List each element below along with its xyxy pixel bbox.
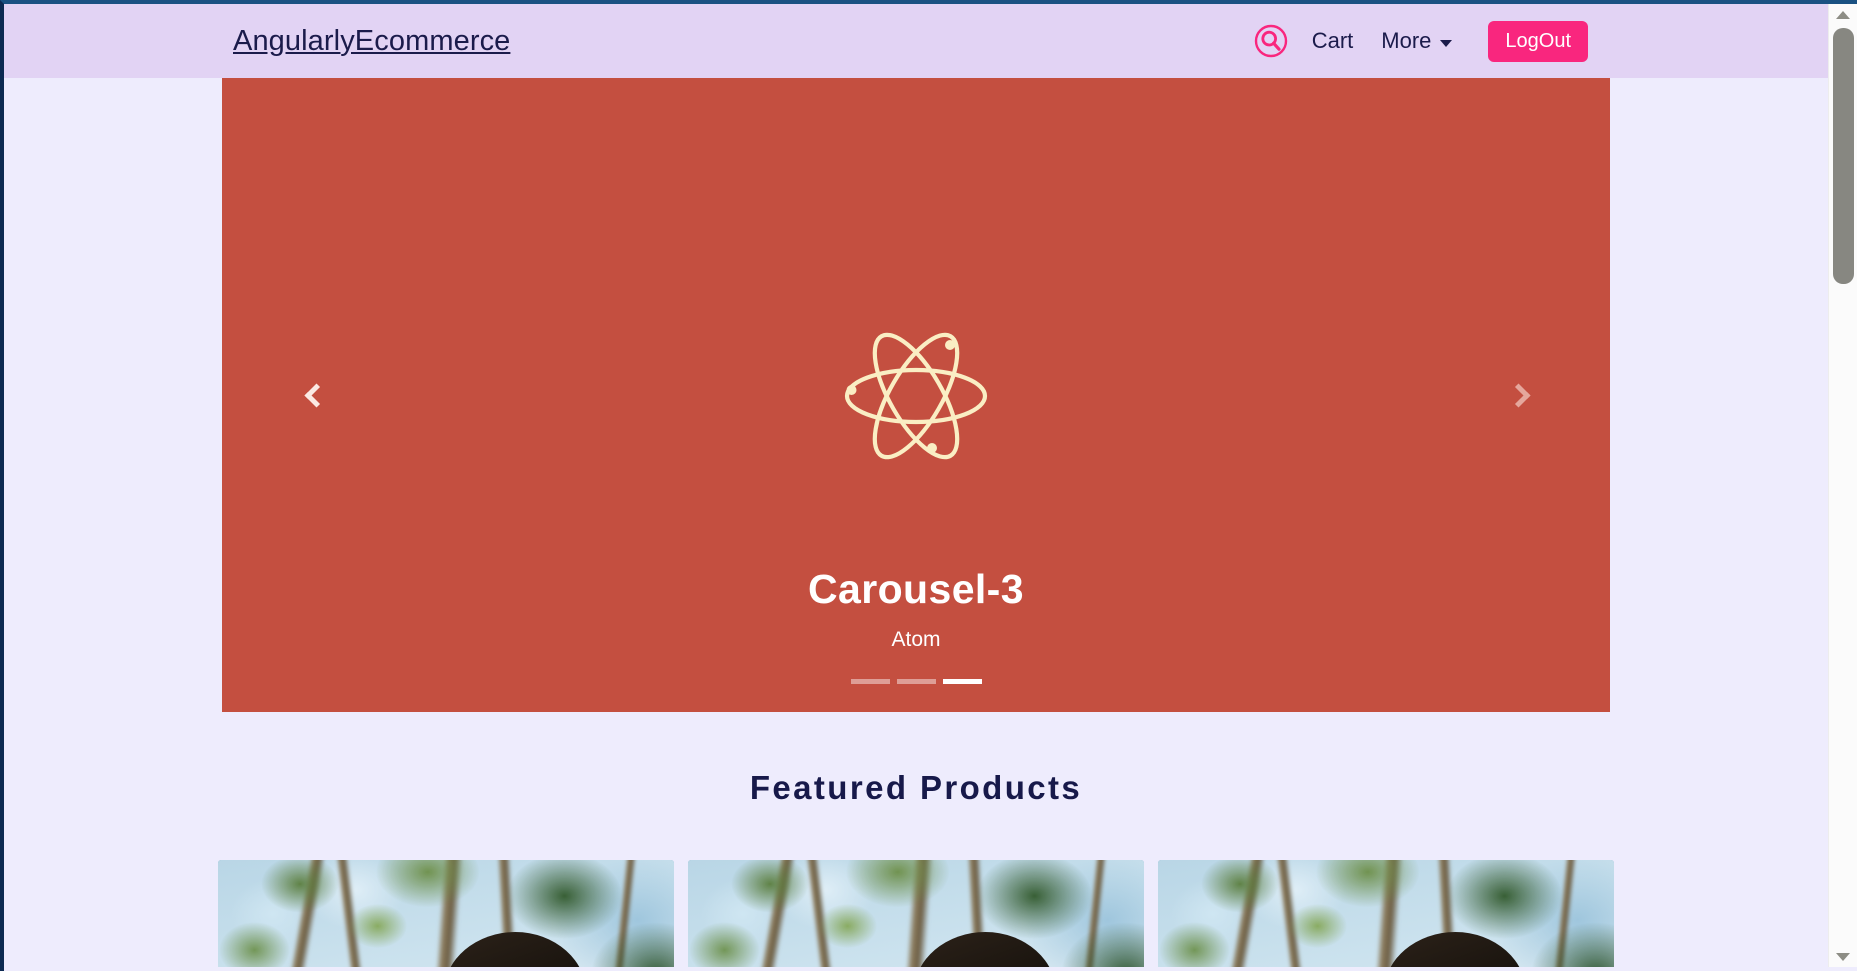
hero-carousel: Carousel-3 Atom bbox=[222, 78, 1610, 712]
product-card[interactable] bbox=[1158, 860, 1614, 967]
product-card[interactable] bbox=[218, 860, 674, 967]
featured-products-grid bbox=[4, 860, 1828, 967]
carousel-next-button[interactable] bbox=[1474, 78, 1562, 712]
page-viewport: AngularlyEcommerce Cart More LogOut Caro… bbox=[4, 4, 1828, 967]
scrollbar-up-arrow[interactable] bbox=[1829, 6, 1857, 23]
search-icon[interactable] bbox=[1252, 22, 1290, 60]
chevron-down-icon bbox=[1440, 39, 1453, 47]
vertical-scrollbar[interactable] bbox=[1828, 4, 1857, 967]
carousel-slide-subtitle: Atom bbox=[891, 628, 941, 652]
nav-link-more[interactable]: More bbox=[1367, 28, 1466, 54]
product-card[interactable] bbox=[688, 860, 1144, 967]
top-navbar: AngularlyEcommerce Cart More LogOut bbox=[4, 4, 1828, 78]
product-image bbox=[1158, 860, 1614, 967]
scrollbar-thumb[interactable] bbox=[1833, 28, 1854, 284]
atom-icon bbox=[840, 326, 992, 471]
logout-button[interactable]: LogOut bbox=[1488, 20, 1588, 62]
navbar-right-group: Cart More LogOut bbox=[1252, 20, 1828, 62]
carousel-caption: Carousel-3 Atom bbox=[222, 566, 1610, 652]
carousel-prev-button[interactable] bbox=[272, 78, 360, 712]
carousel-slide-title: Carousel-3 bbox=[808, 566, 1024, 612]
carousel-indicators bbox=[222, 679, 1610, 684]
chevron-left-icon bbox=[303, 382, 329, 408]
product-image bbox=[688, 860, 1144, 967]
triangle-up-icon bbox=[1836, 10, 1850, 19]
triangle-down-icon bbox=[1836, 952, 1850, 961]
carousel-indicator-3[interactable] bbox=[942, 679, 982, 684]
product-image bbox=[218, 860, 674, 967]
carousel-indicator-2[interactable] bbox=[896, 679, 936, 684]
scrollbar-down-arrow[interactable] bbox=[1829, 948, 1857, 965]
nav-link-cart-label: Cart bbox=[1311, 28, 1354, 53]
featured-products-heading: Featured Products bbox=[749, 769, 1083, 806]
carousel-slide: Carousel-3 Atom bbox=[222, 78, 1610, 712]
nav-link-more-label: More bbox=[1381, 28, 1432, 53]
carousel-indicator-1[interactable] bbox=[850, 679, 890, 684]
nav-link-cart[interactable]: Cart bbox=[1298, 28, 1368, 54]
chevron-right-icon bbox=[1505, 382, 1531, 408]
brand-logo[interactable]: AngularlyEcommerce bbox=[233, 25, 510, 58]
